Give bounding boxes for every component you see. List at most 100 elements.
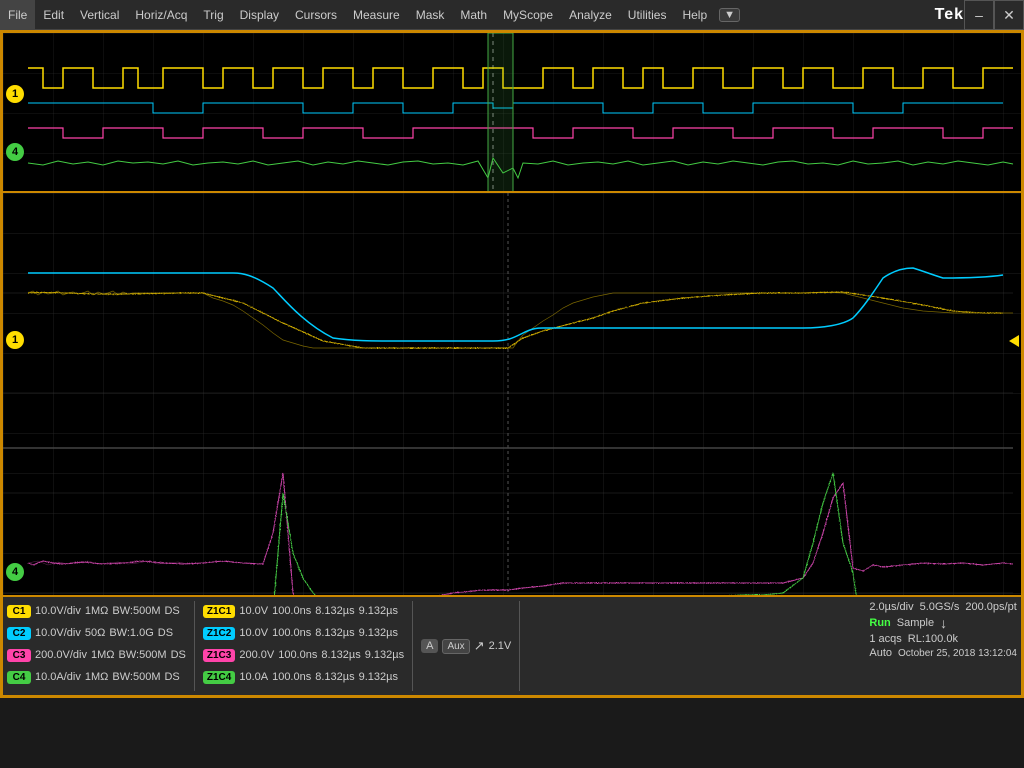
trigger-slope-icon: ↗ (474, 638, 485, 654)
close-button[interactable]: ✕ (994, 0, 1024, 30)
z1c3-label: Z1C3 (203, 649, 235, 662)
z1c3-t1: 100.0ns (278, 649, 317, 661)
menu-myscope[interactable]: MyScope (495, 0, 561, 29)
z1c3-t2: 8.132µs (321, 649, 360, 661)
divider-1 (194, 601, 195, 691)
menu-analyze[interactable]: Analyze (561, 0, 620, 29)
ch4-vdiv: 10.0A/div (35, 671, 81, 683)
run-status-row: Run Sample ↓ (869, 615, 1017, 631)
z1c2-row: Z1C2 10.0V 100.0ns 8.132µs 9.132µs (203, 623, 404, 643)
z1c4-row: Z1C4 10.0A 100.0ns 8.132µs 9.132µs (203, 667, 404, 687)
ch3-bw: BW:500M (119, 649, 167, 661)
ch3-imp: 1MΩ (91, 649, 115, 661)
ch4-ds: DS (164, 671, 179, 683)
z1c4-val: 10.0A (239, 671, 268, 683)
channel-info-block: C1 10.0V/div 1MΩ BW:500M DS C2 10.0V/div… (7, 601, 186, 691)
menu-display[interactable]: Display (232, 0, 287, 29)
ch1-bw: BW:500M (112, 605, 160, 617)
ch3-ds: DS (171, 649, 186, 661)
ch3-row: C3 200.0V/div 1MΩ BW:500M DS (7, 645, 186, 665)
ch1-label[interactable]: C1 (7, 605, 31, 618)
main-waveform-svg (3, 193, 1021, 595)
ch1-vdiv: 10.0V/div (35, 605, 81, 617)
zoom-channel-info-block: Z1C1 10.0V 100.0ns 8.132µs 9.132µs Z1C2 … (203, 601, 404, 691)
z1c4-t2: 8.132µs (315, 671, 354, 683)
z1c1-t2: 8.132µs (315, 605, 354, 617)
z1c1-row: Z1C1 10.0V 100.0ns 8.132µs 9.132µs (203, 601, 404, 621)
reclen-value: 200.0ps/pt (965, 601, 1016, 613)
ch2-ds: DS (158, 627, 173, 639)
menu-file[interactable]: File (0, 0, 35, 29)
samplerate-value: 5.0GS/s (920, 601, 960, 613)
rl-value: RL:100.0k (908, 633, 958, 645)
minimize-button[interactable]: – (964, 0, 994, 30)
main-waveform: 1 4 (3, 193, 1021, 595)
z1c2-t3: 9.132µs (359, 627, 398, 639)
right-status-block: 2.0µs/div 5.0GS/s 200.0ps/pt Run Sample … (869, 601, 1017, 691)
status-bar: C1 10.0V/div 1MΩ BW:500M DS C2 10.0V/div… (3, 595, 1021, 695)
z1c4-label: Z1C4 (203, 671, 235, 684)
z1c2-t2: 8.132µs (315, 627, 354, 639)
menu-trig[interactable]: Trig (195, 0, 231, 29)
ch4-row: C4 10.0A/div 1MΩ BW:500M DS (7, 667, 186, 687)
ch1-ds: DS (164, 605, 179, 617)
menu-vertical[interactable]: Vertical (72, 0, 127, 29)
z1c3-t3: 9.132µs (365, 649, 404, 661)
z1c2-t1: 100.0ns (272, 627, 311, 639)
z1c1-label: Z1C1 (203, 605, 235, 618)
ch3-label[interactable]: C3 (7, 649, 31, 662)
ch4-imp: 1MΩ (85, 671, 109, 683)
menu-dropdown-arrow[interactable]: ▼ (719, 8, 740, 22)
datetime-value: October 25, 2018 13:12:04 (898, 648, 1017, 659)
menu-measure[interactable]: Measure (345, 0, 408, 29)
main-ch1-marker: 1 (6, 331, 24, 349)
overview-ch1-marker: 1 (6, 85, 24, 103)
acqs-row: 1 acqs RL:100.0k (869, 633, 1017, 645)
timebase-row: 2.0µs/div 5.0GS/s 200.0ps/pt (869, 601, 1017, 613)
window-controls: – ✕ (964, 0, 1024, 30)
title-bar: File Edit Vertical Horiz/Acq Trig Displa… (0, 0, 1024, 30)
z1c4-t1: 100.0ns (272, 671, 311, 683)
menu-cursors[interactable]: Cursors (287, 0, 345, 29)
datetime-row: Auto October 25, 2018 13:12:04 (869, 647, 1017, 659)
auto-mode: Auto (869, 647, 892, 659)
z1c2-val: 10.0V (239, 627, 268, 639)
z1c1-val: 10.0V (239, 605, 268, 617)
menu-edit[interactable]: Edit (35, 0, 72, 29)
z1c1-t1: 100.0ns (272, 605, 311, 617)
menu-math[interactable]: Math (452, 0, 495, 29)
tdiv-value: 2.0µs/div (869, 601, 913, 613)
ch2-imp: 50Ω (85, 627, 105, 639)
menu-utilities[interactable]: Utilities (620, 0, 675, 29)
z1c1-t3: 9.132µs (359, 605, 398, 617)
ch2-bw: BW:1.0G (109, 627, 153, 639)
ch2-row: C2 10.0V/div 50Ω BW:1.0G DS (7, 623, 186, 643)
menu-mask[interactable]: Mask (408, 0, 453, 29)
overview-strip: 1 4 (3, 33, 1021, 193)
z1c4-t3: 9.132µs (359, 671, 398, 683)
ch2-vdiv: 10.0V/div (35, 627, 81, 639)
divider-3 (519, 601, 520, 691)
ch1-row: C1 10.0V/div 1MΩ BW:500M DS (7, 601, 186, 621)
ch4-label[interactable]: C4 (7, 671, 31, 684)
trigger-down-icon: ↓ (940, 615, 947, 631)
scope-area: 1 4 (0, 30, 1024, 698)
tek-logo: Tek (935, 6, 964, 24)
trigger-mode: A (421, 639, 438, 653)
trigger-aux[interactable]: Aux (442, 639, 469, 654)
menu-help[interactable]: Help (674, 0, 715, 29)
z1c3-row: Z1C3 200.0V 100.0ns 8.132µs 9.132µs (203, 645, 404, 665)
z1c3-val: 200.0V (239, 649, 274, 661)
main-ch4-marker: 4 (6, 563, 24, 581)
trigger-level: 2.1V (489, 640, 512, 652)
divider-2 (412, 601, 413, 691)
trigger-row: A Aux ↗ 2.1V (421, 636, 511, 656)
overview-waveform-svg (3, 33, 1021, 191)
ch2-label[interactable]: C2 (7, 627, 31, 640)
trigger-block: A Aux ↗ 2.1V (421, 601, 511, 691)
acqs-count: 1 acqs (869, 633, 901, 645)
menu-horiz-acq[interactable]: Horiz/Acq (127, 0, 195, 29)
run-status: Run (869, 617, 890, 629)
overview-ch4-marker: 4 (6, 143, 24, 161)
z1c2-label: Z1C2 (203, 627, 235, 640)
